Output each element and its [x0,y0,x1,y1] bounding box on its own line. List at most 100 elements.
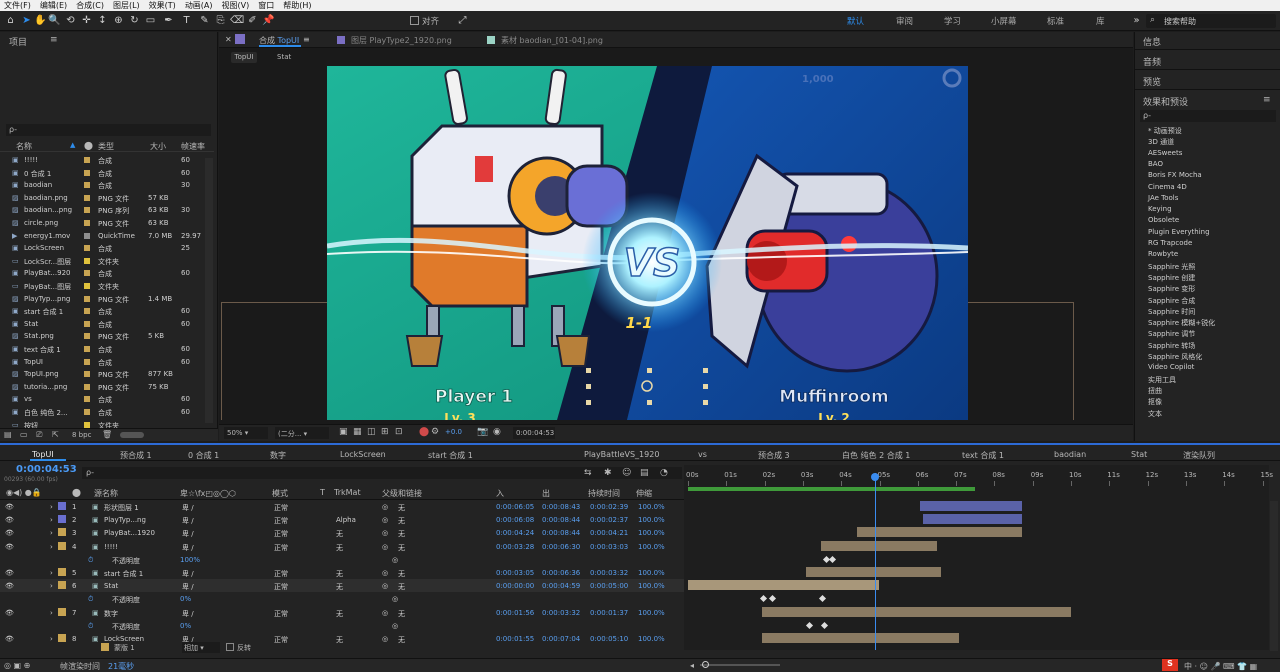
timeline-tab[interactable]: text 合成 1 [962,450,1004,461]
effects-category[interactable]: Sapphire 合成 [1141,296,1195,306]
stopwatch-icon[interactable]: ⏱ [88,622,93,631]
menu-item[interactable]: 帮助(H) [283,0,311,11]
keyframe[interactable] [805,621,813,629]
work-area-bar[interactable] [688,487,976,491]
snapshot-icon[interactable]: 📷 [477,427,488,437]
show-snapshot-icon[interactable]: ◉ [493,427,501,437]
col-type[interactable]: 类型 [98,141,114,152]
effects-category[interactable]: Sapphire 风格化 [1141,352,1202,362]
mask-color-swatch[interactable] [101,643,109,651]
time-ruler[interactable]: 00s 01s 02s 03s 04s 05s 06s 07s 08s 09s 10s 11s 12s 1… [684,471,1273,487]
col-mode[interactable]: 模式 [272,488,288,499]
item-label-swatch[interactable] [84,409,90,415]
layer-duration-bar[interactable] [922,514,1023,525]
layer-color-swatch[interactable] [58,581,66,590]
zoom-handle-icon[interactable] [702,661,709,668]
interpret-footage-icon[interactable]: ▤ [4,430,12,439]
expand-arrow-icon[interactable]: › [50,609,53,617]
selection-tool-icon[interactable]: ➤ [20,14,33,27]
project-item[interactable]: ▨ baodian.png PNG 文件 57 KB [0,192,214,204]
expand-arrow-icon[interactable]: › [50,503,53,511]
mask-visibility-icon[interactable]: ◫ [367,427,376,437]
effects-category[interactable]: 抠像 [1141,397,1162,407]
layer-stretch[interactable]: 100.0% [638,529,665,537]
layer-parent[interactable]: 无 [398,569,405,579]
item-label-swatch[interactable] [84,421,90,428]
col-source-name[interactable]: 源名称 [94,488,118,499]
col-in[interactable]: 入 [496,488,504,499]
timeline-tab[interactable]: 白色 纯色 2 合成 1 [842,450,910,461]
item-label-swatch[interactable] [84,383,90,390]
project-item[interactable]: ▣ TopUI 合成 60 [0,356,214,368]
property-row[interactable]: ⏱ 不透明度 0% ◎ [0,592,684,605]
layer-row[interactable]: 👁 › 2 ▣ PlayTyp...ng 卑 / 正常 Alpha ◎ 无 0:00:06:08 0:… [0,513,684,526]
effects-category[interactable]: 扭曲 [1141,386,1162,396]
col-trkmat[interactable]: TrkMat [334,488,361,497]
layer-color-swatch[interactable] [58,528,66,537]
layer-row[interactable]: 👁 › 3 ▣ PlayBat...1920 卑 / 正常 无 ◎ 无 0:00:04:24 0:00… [0,526,684,539]
effects-category[interactable]: Boris FX Mocha [1141,171,1202,179]
layer-name[interactable]: PlayBat...1920 [104,529,155,537]
layer-duration-bar[interactable] [688,580,879,591]
project-item[interactable]: ▶ energy1.mov QuickTime 7.0 MB 29.97 [0,230,214,242]
workspace-tab[interactable]: 标准 [1047,15,1064,27]
visibility-eye-icon[interactable]: 👁 [5,529,14,537]
zoom-out-icon[interactable]: ◂ [690,661,694,670]
help-search[interactable]: ⌕ 搜索帮助 [1146,14,1276,28]
tab-menu-icon[interactable]: ≡ [303,35,310,44]
item-label-swatch[interactable] [84,396,90,403]
visibility-eye-icon[interactable]: 👁 [5,569,14,577]
pickwhip-icon[interactable]: ◎ [382,516,388,524]
item-label-swatch[interactable] [84,232,90,239]
expression-pickwhip-icon[interactable]: ◎ [392,622,398,630]
current-time-head-icon[interactable] [870,473,879,481]
menu-item[interactable]: 窗口 [258,0,274,11]
layer-color-swatch[interactable] [58,568,66,576]
layer-duration-bar[interactable] [820,540,937,551]
pen-tool-icon[interactable]: ✒ [162,14,175,27]
new-folder-icon[interactable]: ▭ [20,430,28,439]
timeline-tab[interactable]: PlayBattleVS_1920 [584,450,659,459]
expand-arrow-icon[interactable]: › [50,529,53,537]
item-label-swatch[interactable] [84,169,90,176]
menu-item[interactable]: 图层(L) [113,0,140,11]
project-item[interactable]: ▣ baodian 合成 30 [0,179,214,191]
current-time-indicator[interactable] [874,473,876,650]
item-label-swatch[interactable] [84,371,90,378]
timeline-tab[interactable]: baodian [1054,450,1086,459]
menu-item[interactable]: 效果(T) [149,0,176,11]
layer-name[interactable]: 数字 [104,609,118,619]
effects-category[interactable]: Sapphire 模糊+锐化 [1141,318,1215,328]
workspace-tab[interactable]: 默认 [847,15,864,27]
motion-blur-icon[interactable]: ◔ [660,468,668,478]
layer-duration[interactable]: 0:00:03:03 [590,543,628,551]
effects-category[interactable]: * 动画预设 [1141,126,1182,136]
dolly-camera-icon[interactable]: ↕ [96,14,109,27]
project-item[interactable]: ▭ LockScr...图层 文件夹 [0,255,214,267]
col-name[interactable]: 名称 [16,141,32,152]
layer-mode[interactable]: 正常 [274,503,288,513]
time-graph[interactable]: 00s 01s 02s 03s 04s 05s 06s 07s 08s 09s 10s 11s 12s 1… [684,465,1273,650]
orbit-camera-icon[interactable]: ⟲ [64,14,77,27]
project-item[interactable]: ▣ 0 合成 1 合成 60 [0,167,214,179]
layer-parent[interactable]: 无 [398,516,405,526]
expand-arrow-icon[interactable]: › [50,569,53,577]
project-search-input[interactable]: ρ- [9,125,17,134]
layer-in[interactable]: 0:00:03:28 [496,543,534,551]
bit-depth-label[interactable]: 8 bpc [72,431,91,439]
layer-mode[interactable]: 正常 [274,516,288,526]
layer-trkmat[interactable]: 无 [336,569,343,579]
property-value[interactable]: 100% [180,556,200,564]
layer-trkmat[interactable]: 无 [336,543,343,553]
stopwatch-icon[interactable]: ⏱ [88,595,93,604]
region-of-interest-icon[interactable]: ▣ [339,427,348,437]
pickwhip-icon[interactable]: ◎ [382,582,388,590]
draft-3d-icon[interactable]: ✱ [604,468,612,478]
timeline-tab[interactable]: TopUI [32,450,54,459]
layer-stretch[interactable]: 100.0% [638,609,665,617]
effects-category[interactable]: 3D 通道 [1141,137,1174,147]
layer-duration[interactable]: 0:00:04:21 [590,529,628,537]
render-toggle-icons[interactable]: ◎ ▣ ⊕ [4,661,30,670]
layer-switches[interactable]: 卑 / [182,503,194,513]
channel-icon[interactable]: ⬤ [419,427,429,437]
